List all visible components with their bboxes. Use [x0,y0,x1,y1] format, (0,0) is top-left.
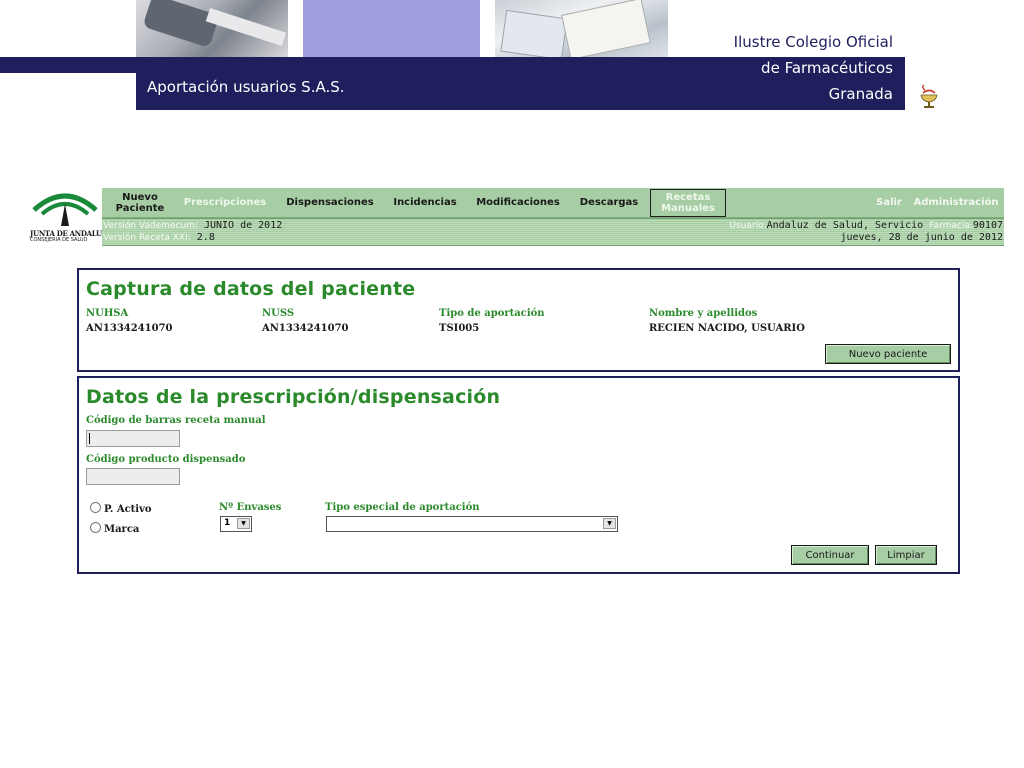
clear-button[interactable]: Limpiar [875,545,937,565]
usuario-label: Usuario: [729,221,767,231]
farmacia-value: 90107 [972,220,1003,231]
pharmacy-cup-snake-icon [920,84,938,108]
continue-button[interactable]: Continuar [791,545,869,565]
radio-p-activo-label: P. Activo [104,504,152,515]
patient-panel: Captura de datos del paciente NUHSA AN13… [77,268,960,372]
header-photo-glucometer [136,0,288,57]
header-subtitle: Aportación usuarios S.A.S. [147,78,345,96]
product-code-input[interactable] [86,468,180,485]
receta-version-value: 2.8 [196,232,215,243]
nav-dispensaciones[interactable]: Dispensaciones [282,188,378,217]
prescription-panel: Datos de la prescripción/dispensación Có… [77,376,960,574]
tipo-aportacion-label: Tipo de aportación [439,308,545,319]
radio-p-activo[interactable] [90,502,101,513]
nombre-label: Nombre y apellidos [649,308,758,319]
college-line-1: Ilustre Colegio Oficial [733,33,893,51]
vademecum-label: Versión Vademecum: [103,221,198,231]
nombre-value: RECIEN NACIDO, USUARIO [649,323,805,334]
nav-incidencias[interactable]: Incidencias [389,188,461,217]
nuss-value: AN1334241070 [262,323,349,334]
usuario-value: Andaluz de Salud, Servicio [766,220,924,231]
envases-select-value: 1 [224,518,231,528]
text-caret [89,433,90,444]
info-bar: Versión Vademecum: JUNIO de 2012 Versión… [102,218,1004,246]
new-patient-button[interactable]: Nuevo paciente [825,344,951,364]
envases-label: Nº Envases [219,502,282,513]
barcode-label: Código de barras receta manual [86,415,266,426]
chevron-down-icon: ▼ [237,518,250,529]
envases-select[interactable]: 1 ▼ [220,516,252,532]
radio-marca[interactable] [90,522,101,533]
college-name: Ilustre Colegio Oficial de Farmacéuticos… [734,29,893,107]
nuss-label: NUSS [262,308,295,319]
tipo-especial-select[interactable]: ▼ [326,516,618,532]
header-photo-prescriptions [495,0,668,57]
main-nav: Nuevo Paciente Prescripciones Dispensaci… [102,188,1004,218]
college-line-3: Granada [828,85,893,103]
prescription-panel-title: Datos de la prescripción/dispensación [86,386,501,408]
barcode-input[interactable] [86,430,180,447]
nav-recetas-manuales[interactable]: Recetas Manuales [650,189,726,217]
logout-link[interactable]: Salir [872,188,906,217]
chevron-down-icon: ▼ [603,518,616,529]
version-info: Versión Vademecum: JUNIO de 2012 Versión… [103,220,282,244]
nuhsa-label: NUHSA [86,308,129,319]
vademecum-value: JUNIO de 2012 [203,220,283,231]
nav-administracion[interactable]: Administración [910,188,1002,217]
tipo-especial-label: Tipo especial de aportación [325,502,480,513]
nav-nuevo-paciente[interactable]: Nuevo Paciente [110,188,170,217]
junta-andalucia-emblem-icon [32,193,98,226]
receta-version-label: Versión Receta XXI: [103,233,191,243]
nav-prescripciones[interactable]: Prescripciones [180,188,270,217]
patient-panel-title: Captura de datos del paciente [86,278,416,300]
user-info: Usuario:Andaluz de Salud, Servicio Farma… [729,220,1003,244]
nav-descargas[interactable]: Descargas [574,188,644,217]
farmacia-label: Farmacia: [929,221,973,231]
junta-andalucia-logo: JUNTA DE ANDALUCIA CONSEJERIA DE SALUD [28,186,116,244]
nuhsa-value: AN1334241070 [86,323,173,334]
product-code-label: Código producto dispensado [86,454,246,465]
header-color-block [303,0,480,57]
nav-modificaciones[interactable]: Modificaciones [473,188,563,217]
radio-marca-label: Marca [104,524,140,535]
logo-text-consejeria: CONSEJERIA DE SALUD [30,237,88,243]
current-date: jueves, 28 de junio de 2012 [840,232,1003,243]
tipo-aportacion-value: TSI005 [439,323,480,334]
college-line-2: de Farmacéuticos [761,59,893,77]
